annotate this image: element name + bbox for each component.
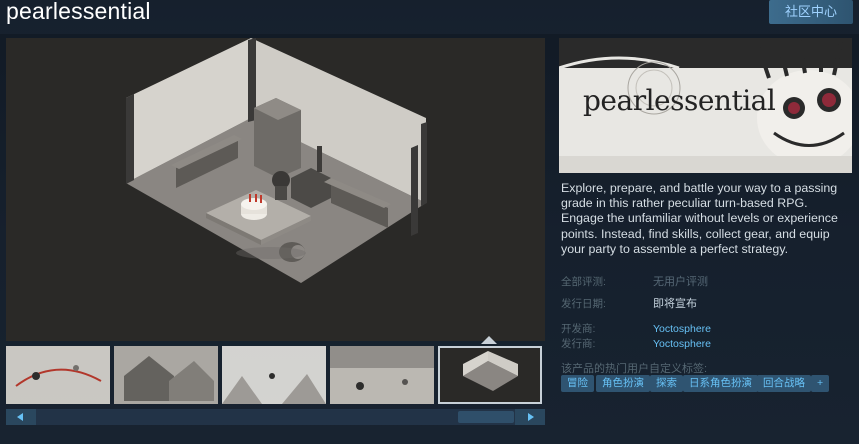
release-date-label: 发行日期: [561,298,606,310]
thumbnail-1[interactable] [6,346,110,404]
tag-turn-based-strategy[interactable]: 回合战略 [757,375,811,392]
reviews-row: 全部评测: 无用户评测 [561,273,708,289]
isometric-room-image [6,38,545,341]
reviews-value: 无用户评测 [653,276,708,288]
slider-right-arrow-icon[interactable] [515,409,545,425]
thumbnail-4[interactable] [330,346,434,404]
developer-link[interactable]: Yoctosphere [653,323,711,335]
thumbnail-2[interactable] [114,346,218,404]
game-title: pearlessential [6,0,151,24]
reviews-label: 全部评测: [561,276,606,288]
game-description: Explore, prepare, and battle your way to… [561,181,838,256]
thumbnail-strip [6,346,545,404]
tag-rpg[interactable]: 角色扮演 [596,375,650,392]
developer-row: 开发商: Yoctosphere [561,321,711,336]
slider-handle[interactable] [458,411,514,423]
publisher-label: 发行商: [561,338,596,350]
capsule-logo-text: pearlessential [583,84,776,117]
slider-left-arrow-icon[interactable] [6,409,36,425]
tag-jrpg[interactable]: 日系角色扮演 [683,375,758,392]
community-hub-button[interactable]: 社区中心 [769,0,853,24]
release-date-value: 即将宣布 [653,298,697,310]
developer-label: 开发商: [561,323,596,335]
publisher-row: 发行商: Yoctosphere [561,336,711,351]
tag-exploration[interactable]: 探索 [650,375,683,392]
publisher-link[interactable]: Yoctosphere [653,338,711,350]
header-capsule-image: pearlessential [559,38,852,173]
selected-thumbnail-pointer [481,336,497,344]
thumbnail-slider[interactable] [6,409,545,425]
tags-label: 该产品的热门用户自定义标签: [561,363,708,375]
release-date-row: 发行日期: 即将宣布 [561,295,697,311]
thumbnail-3[interactable] [222,346,326,404]
main-screenshot[interactable] [6,38,545,341]
tag-adventure[interactable]: 冒险 [561,375,594,392]
tag-more-button[interactable]: + [811,375,830,392]
thumbnail-5[interactable] [438,346,542,404]
